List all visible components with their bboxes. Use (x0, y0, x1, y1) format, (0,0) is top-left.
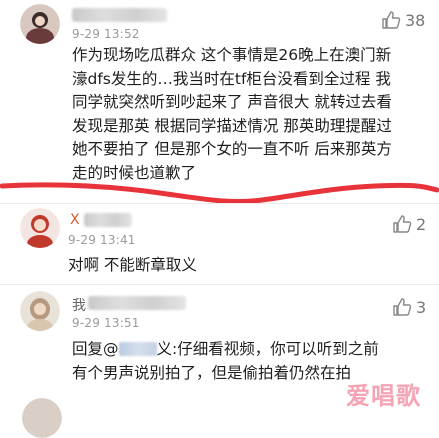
comment-body: 作为现场吃瓜群众 这个事情是26晚上在澳门新 濠dfs发生的…我当时在tf柜台没… (72, 44, 392, 185)
comment-line: 有个男声说别拍了，但是偷拍着仍然在拍 (72, 363, 352, 382)
like-count: 2 (416, 214, 427, 234)
comment-line: 走的时候也道歉了 (72, 163, 197, 182)
thumbs-up-icon (393, 298, 412, 316)
comment-line: 她不要拍了 但是那个女的一直不听 后来那英方 (72, 140, 392, 158)
thumbs-up-icon (382, 11, 401, 29)
like-button[interactable]: 38 (381, 10, 425, 30)
avatar[interactable] (20, 208, 60, 248)
thumbs-up-icon (393, 215, 412, 233)
username-initial[interactable]: 我 (72, 295, 86, 315)
comment-body: 对啊 不能断章取义 (68, 256, 197, 274)
reply-text: 义:仔细看视频，你可以听到之前 (156, 340, 379, 358)
comment-line: 发现是那英 根据同学描述情况 那英助理提醒过 (72, 116, 392, 135)
comment-time: 9-29 13:52 (72, 27, 140, 41)
comment-line: 濠dfs发生的…我当时在tf柜台没看到全过程 我 (72, 69, 391, 88)
comment-time: 9-29 13:51 (72, 316, 140, 330)
avatar[interactable] (20, 4, 60, 44)
comment-1: 9-29 13:52 38 作为现场吃瓜群众 这个事情是26晚上在澳门新 濠df… (0, 0, 439, 200)
comment-line: 同学就突然听到吵起来了 声音很大 就转过去看 (72, 93, 392, 111)
watermark: 爱唱歌 (346, 382, 421, 410)
reply-prefix: 回复@ (72, 340, 119, 358)
avatar-partial[interactable] (22, 398, 62, 438)
comment-time: 9-29 13:41 (68, 233, 136, 247)
mention-link[interactable] (118, 340, 157, 358)
like-button[interactable]: 2 (392, 214, 426, 234)
avatar[interactable] (20, 291, 60, 331)
comment-body: 回复@ 义:仔细看视频，你可以听到之前 有个男声说别拍了，但是偷拍着仍然在拍 (72, 338, 379, 385)
username-blurred[interactable] (72, 8, 167, 22)
like-count: 3 (416, 297, 427, 317)
comment-2: X 9-29 13:41 2 对啊 不能断章取义 (0, 204, 439, 284)
like-button[interactable]: 3 (392, 297, 426, 317)
like-count: 38 (405, 10, 426, 30)
username-blurred[interactable] (88, 296, 186, 310)
comment-line: 作为现场吃瓜群众 这个事情是26晚上在澳门新 (72, 46, 392, 64)
mention-blurred (118, 342, 157, 356)
username-blurred[interactable] (84, 213, 132, 227)
username-initial[interactable]: X (70, 212, 80, 228)
